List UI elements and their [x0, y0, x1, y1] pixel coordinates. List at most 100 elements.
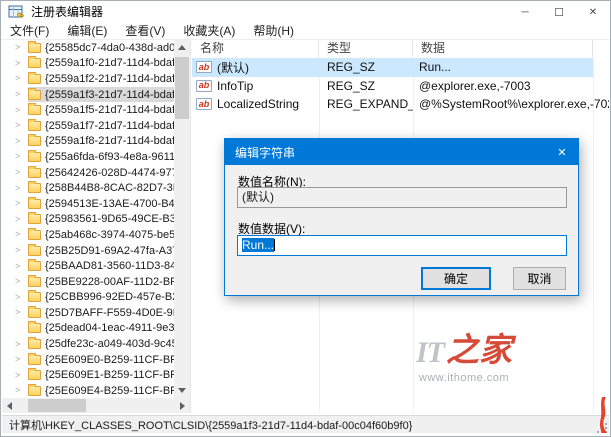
tree-item[interactable]: > {2559a1f5-21d7-11d4-bdaf	[2, 102, 174, 118]
value-row[interactable]: abInfoTip REG_SZ @explorer.exe,-7003	[192, 77, 609, 96]
tree-node[interactable]: {25dead04-1eac-4911-9e3a	[28, 321, 174, 337]
tree-item[interactable]: > {2559a1f0-21d7-11d4-bdaf	[2, 56, 174, 72]
chevron-right-icon[interactable]: >	[15, 293, 28, 302]
tree-node[interactable]: {2559a1f5-21d7-11d4-bdaf	[28, 102, 174, 118]
minimize-button[interactable]: ─	[508, 1, 542, 23]
chevron-right-icon[interactable]: >	[15, 199, 28, 208]
vertical-scroll-thumb[interactable]	[175, 57, 189, 119]
tree-node[interactable]: {25E609E4-B259-11CF-BFC7	[28, 383, 174, 398]
scroll-left-arrow-icon[interactable]	[2, 398, 17, 413]
chevron-right-icon[interactable]: >	[15, 277, 28, 286]
tree-node[interactable]: {25CBB996-92ED-457e-B28	[28, 290, 174, 306]
tree-item[interactable]: > {255a6fda-6f93-4e8a-9611-	[2, 149, 174, 165]
tree-node[interactable]: {2594513E-13AE-4700-B413	[28, 196, 174, 212]
horizontal-scroll-thumb[interactable]	[28, 399, 86, 412]
chevron-right-icon[interactable]: >	[15, 386, 28, 395]
chevron-right-icon[interactable]: >	[15, 184, 28, 193]
tree-item[interactable]: > {2559a1f7-21d7-11d4-bdaf	[2, 118, 174, 134]
chevron-right-icon[interactable]: >	[15, 230, 28, 239]
chevron-right-icon[interactable]: >	[15, 340, 28, 349]
value-data-input[interactable]: Run...	[237, 235, 567, 256]
chevron-right-icon[interactable]: >	[15, 106, 28, 115]
chevron-right-icon[interactable]: >	[15, 371, 28, 380]
tree-item[interactable]: > {25983561-9D65-49CE-B335	[2, 212, 174, 228]
close-button[interactable]: ✕	[576, 1, 610, 23]
tree-node[interactable]: {25642426-028D-4474-977E	[28, 165, 174, 181]
tree-node[interactable]: {25B25D91-69A2-47fa-A375	[28, 243, 174, 259]
tree-node[interactable]: {2559a1f3-21d7-11d4-bdaf	[28, 87, 174, 103]
tree-item[interactable]: > {2594513E-13AE-4700-B413	[2, 196, 174, 212]
tree-node[interactable]: {25BAAD81-3560-11D3-847	[28, 258, 174, 274]
chevron-right-icon[interactable]: >	[15, 59, 28, 68]
tree-node[interactable]: {25BE9228-00AF-11D2-BF87	[28, 274, 174, 290]
menu-item[interactable]: 帮助(H)	[244, 23, 303, 39]
chevron-right-icon[interactable]: >	[15, 262, 28, 271]
tree-node[interactable]: {25D7BAFF-F559-4D0E-9EA4	[28, 305, 174, 321]
tree-item[interactable]: > {25B25D91-69A2-47fa-A375	[2, 243, 174, 259]
dialog-close-icon[interactable]: ✕	[546, 139, 578, 165]
tree-node[interactable]: {2559a1f0-21d7-11d4-bdaf	[28, 56, 174, 72]
tree-item[interactable]: > {25642426-028D-4474-977E	[2, 165, 174, 181]
maximize-button[interactable]: ☐	[542, 1, 576, 23]
chevron-right-icon[interactable]: >	[15, 90, 28, 99]
chevron-right-icon[interactable]: >	[15, 121, 28, 130]
value-name-cell[interactable]: abLocalizedString	[192, 97, 319, 111]
tree-item[interactable]: > {25BAAD81-3560-11D3-847	[2, 258, 174, 274]
chevron-right-icon[interactable]: >	[15, 246, 28, 255]
chevron-right-icon[interactable]: >	[15, 152, 28, 161]
tree-vertical-scrollbar[interactable]	[174, 40, 190, 398]
tree-item[interactable]: > {2559a1f8-21d7-11d4-bdaf	[2, 134, 174, 150]
tree-node[interactable]: {258B44B8-8CAC-82D7-3FD	[28, 180, 174, 196]
chevron-right-icon[interactable]: >	[15, 168, 28, 177]
tree-node[interactable]: {25E609E0-B259-11CF-BFC7	[28, 352, 174, 368]
titlebar[interactable]: 注册表编辑器 ─ ☐ ✕	[1, 1, 610, 23]
resize-grip[interactable]	[597, 423, 607, 433]
tree-item[interactable]: > {258B44B8-8CAC-82D7-3FD	[2, 180, 174, 196]
tree-item[interactable]: > {25E609E0-B259-11CF-BFC7	[2, 352, 174, 368]
tree-item[interactable]: > {25E609E4-B259-11CF-BFC7	[2, 383, 174, 398]
tree-node[interactable]: {25E609E1-B259-11CF-BFC7	[28, 367, 174, 383]
tree-item[interactable]: > {25585dc7-4da0-438d-ad04	[2, 40, 174, 56]
chevron-right-icon[interactable]: >	[15, 215, 28, 224]
scroll-up-arrow-icon[interactable]	[174, 40, 190, 55]
header-data[interactable]: 数据	[413, 40, 593, 57]
value-row[interactable]: ab(默认) REG_SZ Run...	[192, 58, 609, 77]
menu-item[interactable]: 收藏夹(A)	[174, 23, 244, 39]
tree-node[interactable]: {25983561-9D65-49CE-B335	[28, 212, 174, 228]
value-row[interactable]: abLocalizedString REG_EXPAND_SZ @%System…	[192, 95, 609, 114]
value-name-cell[interactable]: ab(默认)	[192, 59, 319, 76]
dialog-titlebar[interactable]: 编辑字符串 ✕	[225, 139, 578, 165]
menu-item[interactable]: 查看(V)	[116, 23, 174, 39]
tree-item[interactable]: > {25dfe23c-a049-403d-9c45-	[2, 336, 174, 352]
cancel-button[interactable]: 取消	[513, 267, 566, 290]
tree-item[interactable]: > {25BE9228-00AF-11D2-BF87	[2, 274, 174, 290]
tree-item[interactable]: > {2559a1f3-21d7-11d4-bdaf	[2, 87, 174, 103]
tree-item[interactable]: > {25CBB996-92ED-457e-B28	[2, 290, 174, 306]
tree-item[interactable]: > {25dead04-1eac-4911-9e3a	[2, 321, 174, 337]
header-type[interactable]: 类型	[319, 40, 413, 57]
chevron-right-icon[interactable]: >	[15, 308, 28, 317]
menu-item[interactable]: 编辑(E)	[58, 23, 116, 39]
chevron-right-icon[interactable]: >	[15, 355, 28, 364]
value-name-cell[interactable]: abInfoTip	[192, 79, 319, 93]
scroll-right-arrow-icon[interactable]	[175, 398, 190, 413]
tree-node[interactable]: {25585dc7-4da0-438d-ad04	[28, 40, 174, 56]
tree-item[interactable]: > {2559a1f2-21d7-11d4-bdaf	[2, 71, 174, 87]
tree-node[interactable]: {25dfe23c-a049-403d-9c45-	[28, 336, 174, 352]
menu-item[interactable]: 文件(F)	[1, 23, 58, 39]
tree-node[interactable]: {255a6fda-6f93-4e8a-9611-	[28, 149, 174, 165]
chevron-right-icon[interactable]: >	[15, 74, 28, 83]
tree-item[interactable]: > {25ab468c-3974-4075-be50	[2, 227, 174, 243]
tree-item[interactable]: > {25E609E1-B259-11CF-BFC7	[2, 367, 174, 383]
header-name[interactable]: 名称	[192, 40, 319, 57]
scroll-down-arrow-icon[interactable]	[174, 383, 190, 398]
tree-node[interactable]: {2559a1f7-21d7-11d4-bdaf	[28, 118, 174, 134]
tree-item[interactable]: > {25D7BAFF-F559-4D0E-9EA4	[2, 305, 174, 321]
chevron-right-icon[interactable]: >	[15, 137, 28, 146]
tree-node[interactable]: {2559a1f8-21d7-11d4-bdaf	[28, 134, 174, 150]
tree-horizontal-scrollbar[interactable]	[2, 398, 190, 413]
ok-button[interactable]: 确定	[421, 267, 491, 290]
tree-node[interactable]: {2559a1f2-21d7-11d4-bdaf	[28, 71, 174, 87]
chevron-right-icon[interactable]: >	[15, 43, 28, 52]
tree-node[interactable]: {25ab468c-3974-4075-be50	[28, 227, 174, 243]
